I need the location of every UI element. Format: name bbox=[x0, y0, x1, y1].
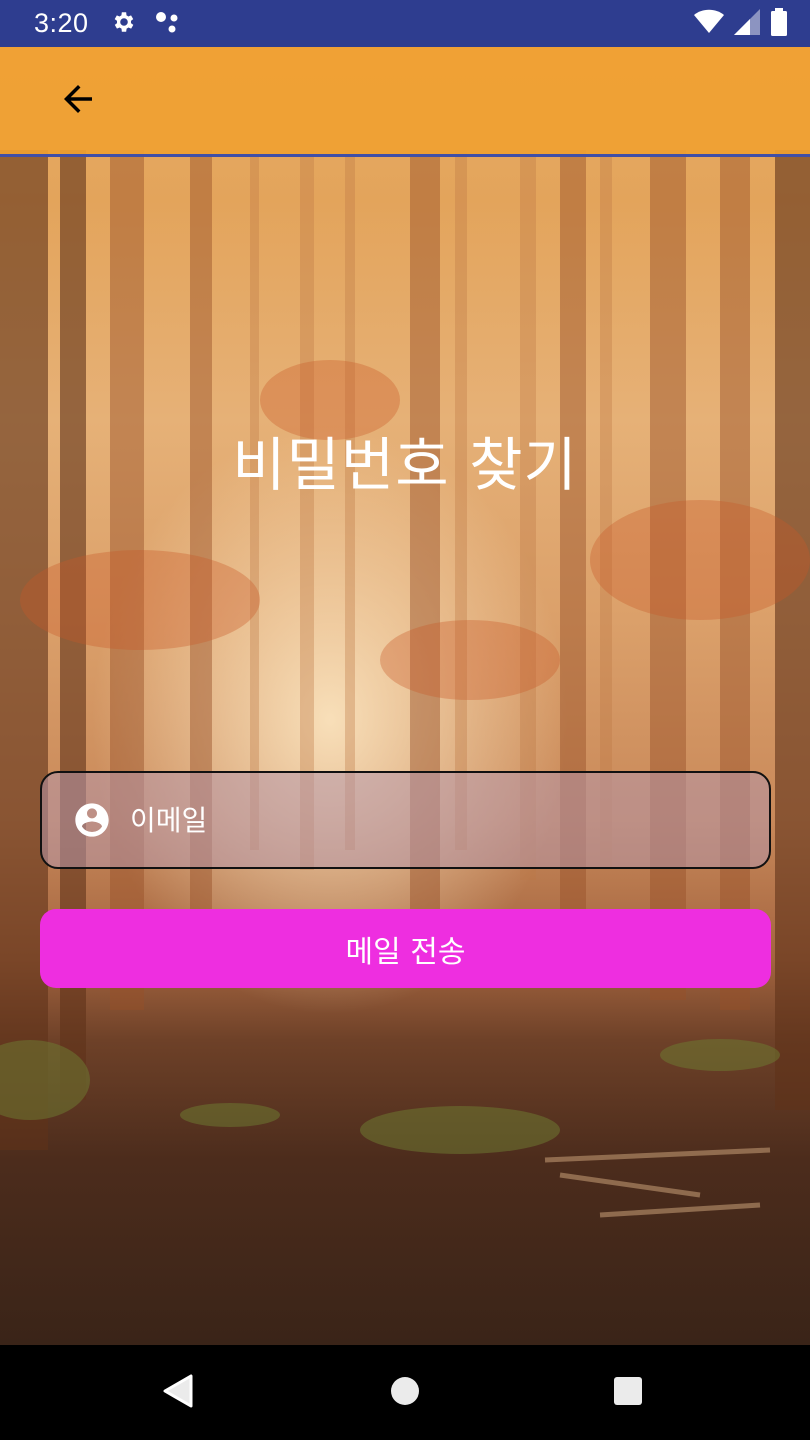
back-triangle-icon bbox=[162, 1374, 194, 1412]
nav-home-button[interactable] bbox=[379, 1367, 431, 1419]
email-field[interactable] bbox=[40, 771, 771, 869]
app-bar bbox=[0, 47, 810, 157]
back-button[interactable] bbox=[50, 73, 106, 129]
status-time: 3:20 bbox=[34, 8, 89, 38]
wifi-icon bbox=[694, 9, 724, 39]
signal-icon bbox=[734, 8, 760, 39]
send-mail-button[interactable]: 메일 전송 bbox=[40, 909, 771, 988]
battery-icon bbox=[770, 7, 788, 40]
assistant-dots-icon bbox=[155, 9, 183, 39]
status-bar: 3:20 bbox=[0, 0, 810, 47]
home-circle-icon bbox=[390, 1376, 420, 1410]
account-circle-icon bbox=[72, 800, 112, 840]
navigation-bar bbox=[0, 1345, 810, 1440]
nav-recents-button[interactable] bbox=[602, 1367, 654, 1419]
status-right-icons bbox=[694, 7, 788, 40]
status-left-icons bbox=[111, 9, 183, 39]
forest-background-image bbox=[0, 0, 810, 1345]
settings-icon bbox=[111, 9, 137, 39]
arrow-back-icon bbox=[57, 78, 99, 124]
page-title: 비밀번호 찾기 bbox=[232, 431, 578, 499]
recents-square-icon bbox=[613, 1376, 643, 1410]
email-input[interactable] bbox=[128, 789, 769, 851]
nav-back-button[interactable] bbox=[152, 1367, 204, 1419]
find-password-screen: 3:20 비밀번호 찾기 이메일 메일 전송 bbox=[0, 0, 810, 1440]
